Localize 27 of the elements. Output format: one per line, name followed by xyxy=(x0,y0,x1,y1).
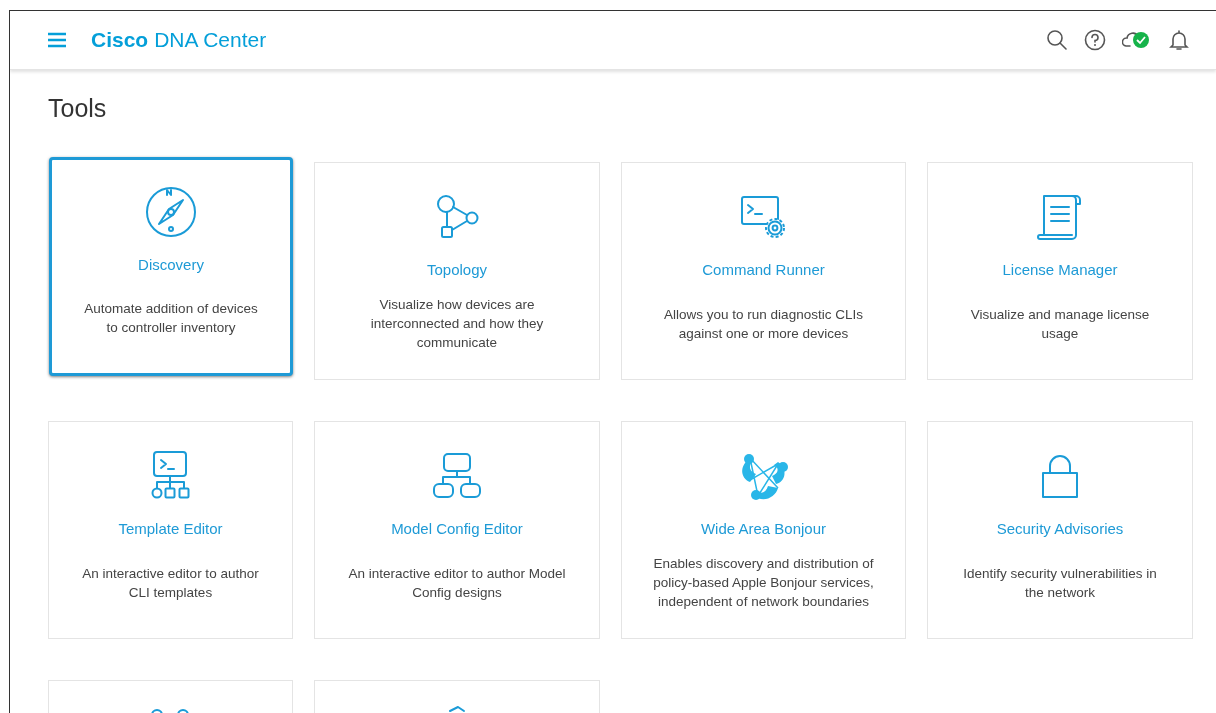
product-name: DNA Center xyxy=(154,28,267,52)
tool-description: Visualize and manage license usage xyxy=(969,305,1151,343)
tool-title: License Manager xyxy=(1002,261,1118,278)
tool-description: Visualize how devices are interconnected and how they communicate xyxy=(369,296,545,352)
page-title: Tools xyxy=(48,94,108,123)
tool-card[interactable]: Wide Area Bonjour Enables discovery and distribution of policy-based Apple Bonjour services, independent of network boundaries xyxy=(621,421,906,639)
tool-description: Automate addition of devices to controller inventory xyxy=(83,300,259,337)
tool-title: Topology xyxy=(426,261,487,278)
brand-name: Cisco xyxy=(91,28,149,52)
tool-card[interactable]: Command Runner Allows you to run diagnostic CLIs against one or more devices xyxy=(621,162,906,380)
tool-title: Template Editor xyxy=(118,520,223,537)
tool-description: An interactive editor to author CLI templates xyxy=(81,564,260,602)
tool-description: Allows you to run diagnostic CLIs against one or more devices xyxy=(663,305,864,343)
tool-description: Enables discovery and distribution of policy-based Apple Bonjour services, independent of network boundaries xyxy=(652,555,875,611)
tool-title: Model Config Editor xyxy=(391,520,523,537)
tool-description: Identify security vulnerabilities in the network xyxy=(962,564,1158,602)
tool-card[interactable]: Discovery Automate addition of devices to controller inventory xyxy=(49,157,293,376)
tool-description: An interactive editor to author Model Config designs xyxy=(347,564,567,602)
tool-card[interactable]: Template Editor An interactive editor to author CLI templates xyxy=(48,421,293,639)
tool-title: Security Advisories xyxy=(996,520,1124,537)
tool-title: Discovery xyxy=(138,256,204,273)
tool-card[interactable]: Security Advisories Identify security vulnerabilities in the network xyxy=(927,421,1193,639)
tool-title: Command Runner xyxy=(702,261,825,278)
tool-card[interactable]: Model Config Editor An interactive editor to author Model Config designs xyxy=(314,421,600,639)
tool-title: Wide Area Bonjour xyxy=(700,520,827,537)
tool-card[interactable]: License Manager Visualize and manage license usage xyxy=(927,162,1193,380)
tool-card[interactable]: Topology Visualize how devices are interconnected and how they communicate xyxy=(314,162,600,380)
